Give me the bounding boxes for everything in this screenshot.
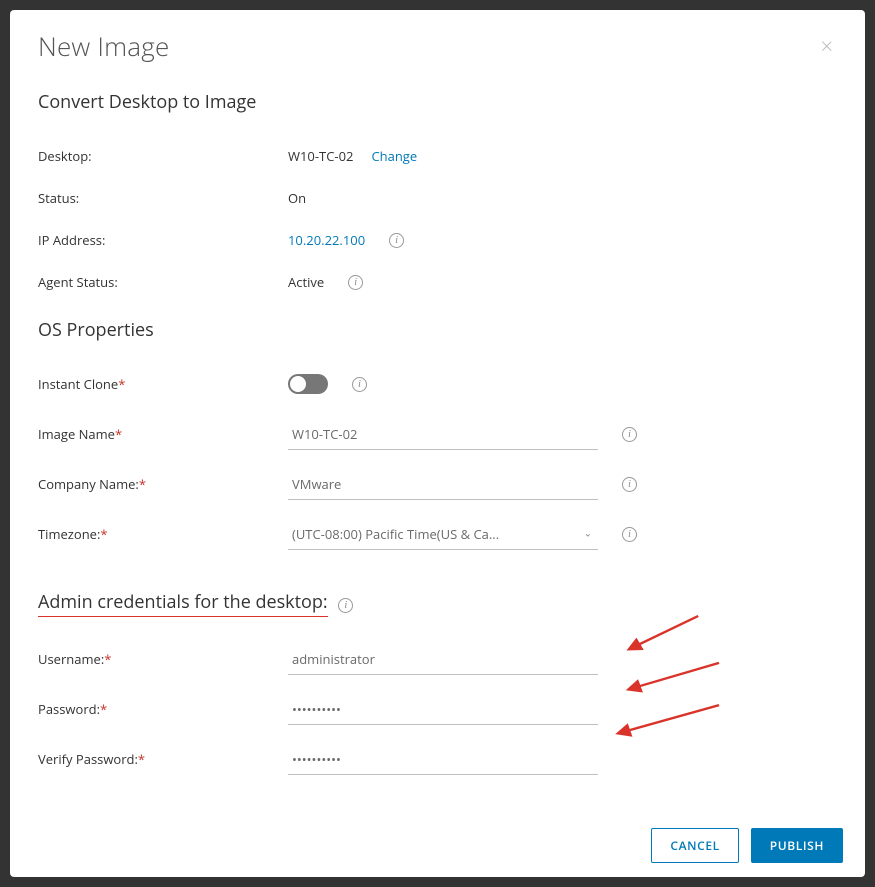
desktop-value: W10-TC-02: [288, 147, 353, 165]
ip-value[interactable]: 10.20.22.100: [288, 231, 365, 249]
publish-button[interactable]: PUBLISH: [751, 828, 843, 863]
instant-clone-label: Instant Clone*: [38, 375, 288, 393]
info-icon[interactable]: i: [622, 427, 637, 442]
username-label: Username:*: [38, 650, 288, 668]
info-icon[interactable]: i: [338, 598, 353, 613]
row-image-name: Image Name* i: [38, 414, 843, 454]
row-agent: Agent Status: Active i: [38, 262, 843, 302]
row-status: Status: On: [38, 178, 843, 218]
company-name-label: Company Name:*: [38, 475, 288, 493]
dialog-body[interactable]: Convert Desktop to Image Desktop: W10-TC…: [10, 72, 865, 813]
agent-status-value: Active: [288, 273, 324, 291]
company-name-input[interactable]: [288, 469, 598, 500]
row-ip: IP Address: 10.20.22.100 i: [38, 220, 843, 260]
row-timezone: Timezone:* ⌄ i: [38, 514, 843, 554]
dialog-header: New Image ×: [10, 10, 865, 72]
verify-password-input[interactable]: [288, 744, 598, 775]
username-input[interactable]: [288, 644, 598, 675]
password-label: Password:*: [38, 700, 288, 718]
status-label: Status:: [38, 189, 288, 207]
password-input[interactable]: [288, 694, 598, 725]
dialog-frame: New Image × Convert Desktop to Image Des…: [0, 0, 875, 887]
dialog-footer: CANCEL PUBLISH: [10, 813, 865, 877]
ip-label: IP Address:: [38, 231, 288, 249]
agent-status-label: Agent Status:: [38, 273, 288, 291]
row-instant-clone: Instant Clone* i: [38, 364, 843, 404]
info-icon[interactable]: i: [622, 527, 637, 542]
image-name-label: Image Name*: [38, 425, 288, 443]
info-icon[interactable]: i: [352, 377, 367, 392]
admin-creds-heading-text: Admin credentials for the desktop:: [38, 590, 328, 617]
info-icon[interactable]: i: [348, 275, 363, 290]
timezone-select[interactable]: [288, 519, 598, 550]
section-heading-creds: Admin credentials for the desktop: i: [38, 590, 843, 617]
section-heading-convert: Convert Desktop to Image: [38, 90, 843, 114]
close-icon[interactable]: ×: [816, 33, 837, 59]
verify-password-label: Verify Password:*: [38, 750, 288, 768]
cancel-button[interactable]: CANCEL: [651, 828, 738, 863]
row-username: Username:*: [38, 639, 843, 679]
image-name-input[interactable]: [288, 419, 598, 450]
desktop-change-link[interactable]: Change: [371, 147, 417, 165]
info-icon[interactable]: i: [389, 233, 404, 248]
info-icon[interactable]: i: [622, 477, 637, 492]
row-company-name: Company Name:* i: [38, 464, 843, 504]
row-password: Password:*: [38, 689, 843, 729]
desktop-label: Desktop:: [38, 147, 288, 165]
dialog: New Image × Convert Desktop to Image Des…: [10, 10, 865, 877]
row-desktop: Desktop: W10-TC-02 Change: [38, 136, 843, 176]
section-heading-os: OS Properties: [38, 318, 843, 342]
row-verify-password: Verify Password:*: [38, 739, 843, 779]
timezone-label: Timezone:*: [38, 525, 288, 543]
status-value: On: [288, 189, 306, 207]
dialog-title: New Image: [38, 28, 169, 64]
instant-clone-toggle[interactable]: [288, 374, 328, 394]
